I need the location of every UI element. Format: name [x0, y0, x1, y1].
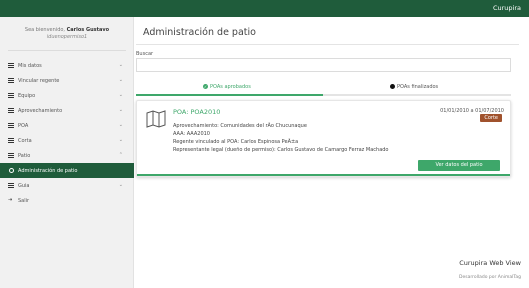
chevron-down-icon: ⌄: [118, 77, 123, 83]
search-label: Buscar: [136, 51, 154, 57]
user-name: Carlos Gustavo: [66, 27, 110, 33]
sidebar-item-administracion-de-patio[interactable]: Administración de patio: [0, 163, 134, 178]
field-aprovechamiento: Aprovechamiento: Comunidades del rÃo Chu…: [173, 123, 307, 129]
sidebar-item-aprovechamiento[interactable]: Aprovechamiento ⌄: [0, 103, 134, 118]
sidebar-item-label: Patio: [18, 153, 31, 159]
field-representante: Representante legal (dueño de permiso): …: [173, 147, 389, 153]
menu-icon: [8, 108, 14, 113]
chevron-down-icon: ⌄: [118, 137, 123, 143]
menu-icon: [8, 78, 14, 83]
card-accent-bar: [137, 174, 510, 176]
sidebar-item-poa[interactable]: POA ⌄: [0, 118, 134, 133]
sidebar-item-label: POA: [18, 123, 29, 129]
menu-icon: [8, 183, 14, 188]
welcome-block: Sea bienvenido, Carlos Gustavo iduenoper…: [0, 27, 134, 41]
sidebar-item-mis-datos[interactable]: Mis datos ⌄: [0, 58, 134, 73]
field-aaa: AAA: AAA2010: [173, 131, 210, 137]
sidebar-item-label: Corta: [18, 138, 32, 144]
sidebar-item-patio[interactable]: Patio ⌃: [0, 148, 134, 163]
sidebar-item-label: Mis datos: [18, 63, 42, 69]
footer-title: Curupira Web View: [459, 259, 521, 267]
username: iduenopermiso1: [46, 34, 88, 40]
tab-poas-finalizados[interactable]: POAs finalizados: [323, 82, 511, 96]
sidebar-item-equipo[interactable]: Equipo ⌄: [0, 88, 134, 103]
sidebar-item-label: Salir: [18, 198, 30, 204]
sidebar-item-guia[interactable]: Guia ⌄: [0, 178, 134, 193]
status-badge: Corte: [480, 114, 502, 122]
chevron-up-icon: ⌃: [118, 152, 123, 158]
field-regente: Regente vinculado al POA: Carlos Espinos…: [173, 139, 299, 145]
search-input[interactable]: [136, 58, 511, 72]
tab-label: POAs finalizados: [397, 84, 439, 90]
sidebar-item-vincular-regente[interactable]: Vincular regente ⌄: [0, 73, 134, 88]
menu-icon: [8, 153, 14, 158]
sidebar-divider: [8, 50, 126, 51]
chevron-down-icon: ⌄: [118, 182, 123, 188]
poa-tabs: ✓ POAs aprobados POAs finalizados: [136, 82, 511, 96]
welcome-prefix: Sea bienvenido,: [24, 27, 66, 33]
menu-icon: [8, 138, 14, 143]
poa-card: POA: POA2010 01/01/2010 a 01/07/2010 Cor…: [136, 100, 511, 177]
menu-icon: [8, 93, 14, 98]
tab-label: POAs aprobados: [210, 84, 251, 90]
menu-icon: [8, 63, 14, 68]
view-patio-data-button[interactable]: Ver datos del patio: [418, 160, 500, 171]
sidebar-item-label: Guia: [18, 183, 30, 189]
menu-icon: [8, 123, 14, 128]
filled-circle-icon: [390, 84, 395, 89]
map-icon: [146, 110, 166, 128]
chevron-down-icon: ⌄: [118, 92, 123, 98]
sidebar-item-label: Administración de patio: [18, 168, 78, 174]
circle-icon: [9, 168, 14, 173]
chevron-down-icon: ⌄: [118, 122, 123, 128]
tab-poas-aprobados[interactable]: ✓ POAs aprobados: [136, 82, 323, 96]
poa-title[interactable]: POA: POA2010: [173, 108, 220, 116]
chevron-down-icon: ⌄: [118, 107, 123, 113]
sidebar-item-label: Aprovechamiento: [18, 108, 63, 114]
title-divider: [136, 44, 519, 45]
footer-subtitle: Desarrollado por AnimalTag: [459, 275, 521, 280]
check-circle-icon: ✓: [203, 84, 208, 89]
sidebar-item-label: Equipo: [18, 93, 36, 99]
top-bar: Curupira: [0, 0, 529, 17]
sidebar-nav: Mis datos ⌄ Vincular regente ⌄ Equipo ⌄ …: [0, 58, 134, 208]
sidebar-item-label: Vincular regente: [18, 78, 60, 84]
sidebar-item-corta[interactable]: Corta ⌄: [0, 133, 134, 148]
sidebar: Sea bienvenido, Carlos Gustavo iduenoper…: [0, 17, 134, 288]
exit-icon: ⇥: [8, 197, 13, 203]
brand-label[interactable]: Curupira: [493, 4, 521, 12]
page-title: Administración de patio: [143, 27, 256, 38]
chevron-down-icon: ⌄: [118, 62, 123, 68]
sidebar-item-salir[interactable]: ⇥ Salir: [0, 193, 134, 208]
